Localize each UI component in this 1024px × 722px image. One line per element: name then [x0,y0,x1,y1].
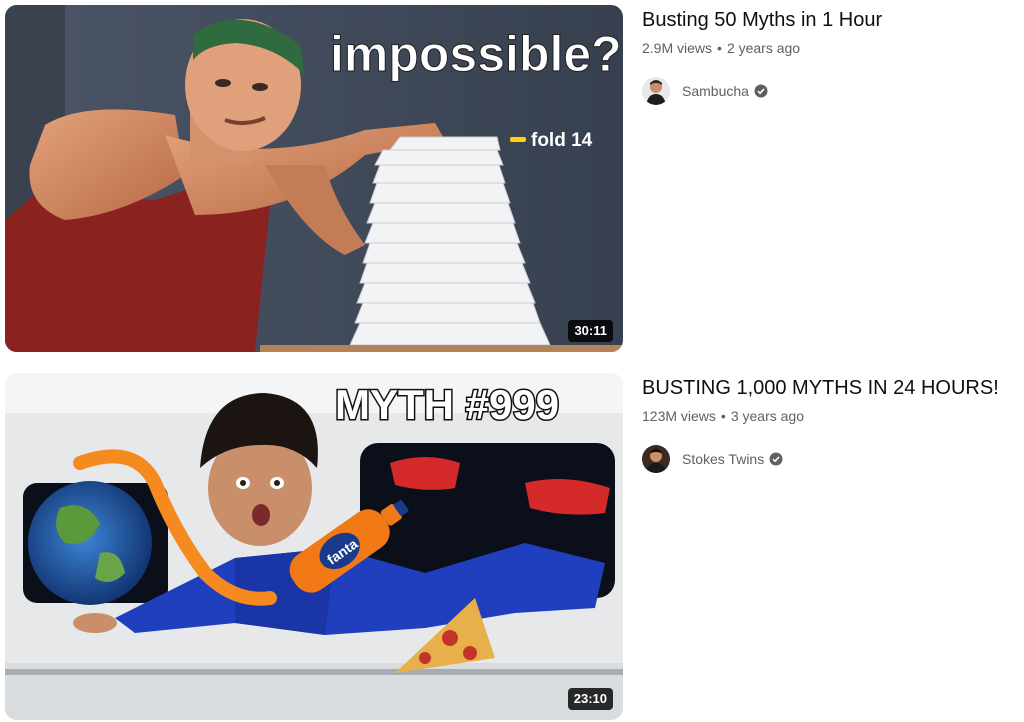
thumbnail-caption: fold 14 [531,130,593,151]
channel-avatar[interactable] [642,77,670,105]
avatar-image [642,77,670,105]
video-details: BUSTING 1,000 MYTHS IN 24 HOURS! 123M vi… [642,374,1022,473]
avatar-image [642,445,670,473]
thumbnail-image: fanta MYTH #999 [5,373,623,720]
thumbnail-headline: impossible? [330,26,622,82]
upload-age: 2 years ago [726,40,801,56]
video-duration-badge: 30:11 [568,320,613,342]
video-stats: 123M views • 3 years ago [642,406,1022,426]
video-duration-badge: 23:10 [567,688,613,710]
verified-check-icon [769,452,783,466]
thumbnail-image: fold 14 impossible? [5,5,623,352]
view-count: 2.9M views [642,40,713,56]
view-count: 123M views [642,408,716,424]
verified-check-icon [754,84,768,98]
channel-name: Stokes Twins [682,451,765,467]
video-item: fold 14 impossible? 30:11 Busting 50 Myt… [0,0,1024,360]
video-thumbnail[interactable]: fanta MYTH #999 23:10 [5,373,623,720]
video-title-link[interactable]: BUSTING 1,000 MYTHS IN 24 HOURS! [642,374,1022,402]
upload-age: 3 years ago [730,408,804,424]
channel-name: Sambucha [682,83,749,99]
separator-dot: • [720,408,726,424]
channel-avatar[interactable] [642,445,670,473]
video-thumbnail[interactable]: fold 14 impossible? 30:11 [5,5,623,352]
thumbnail-headline: MYTH #999 [335,381,559,428]
video-title-link[interactable]: Busting 50 Myths in 1 Hour [642,6,1022,34]
channel-link[interactable]: Sambucha [642,77,1022,105]
channel-link[interactable]: Stokes Twins [642,445,1022,473]
video-stats: 2.9M views • 2 years ago [642,38,1022,58]
video-item: fanta MYTH #999 23:10 BUSTING 1,000 MYTH… [0,368,1024,722]
video-details: Busting 50 Myths in 1 Hour 2.9M views • 2 … [642,6,1022,105]
separator-dot: • [717,40,722,56]
